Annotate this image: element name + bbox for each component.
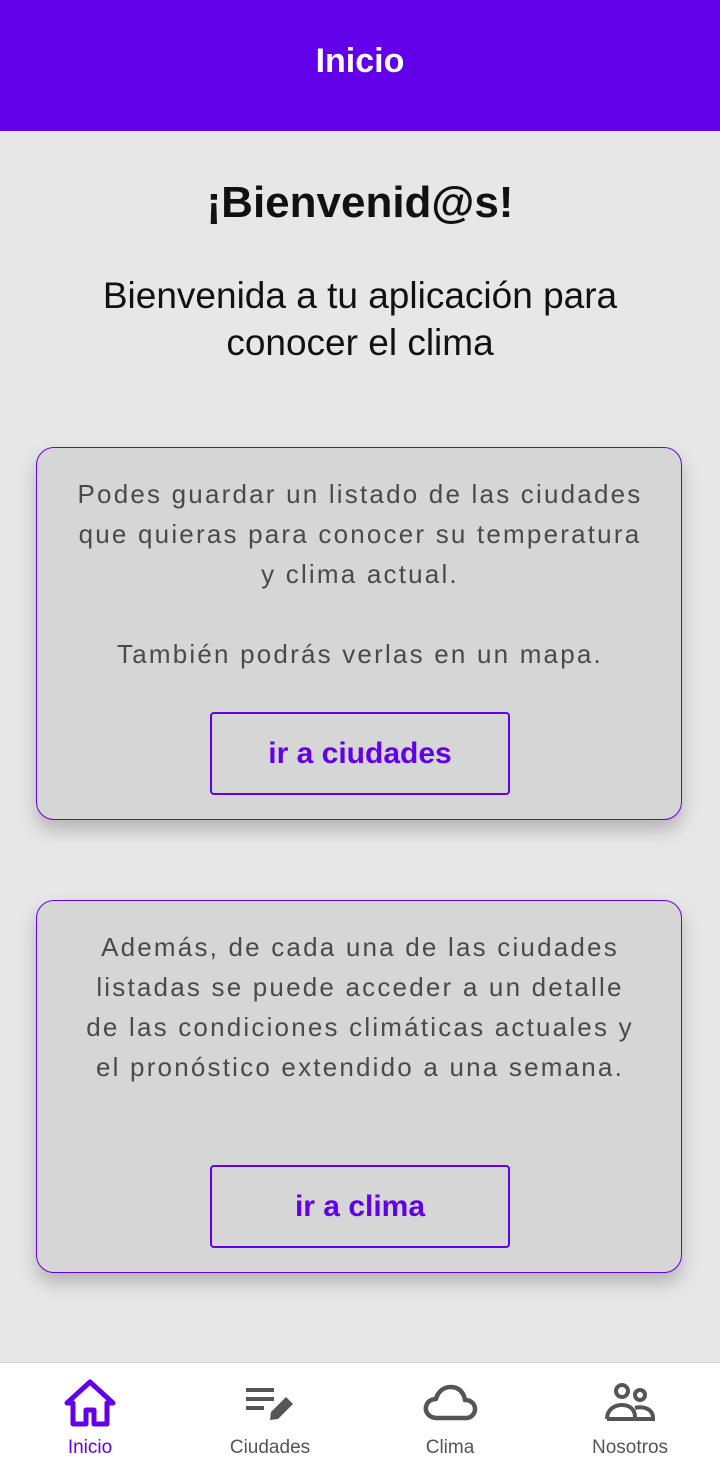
nav-item-nosotros[interactable]: Nosotros [540, 1363, 720, 1480]
home-icon [64, 1379, 116, 1427]
nav-item-ciudades[interactable]: Ciudades [180, 1363, 360, 1480]
weather-card: Además, de cada una de las ciudades list… [36, 900, 682, 1273]
nav-label-ciudades: Ciudades [229, 1437, 311, 1458]
bottom-navigation: Inicio Ciudades Clima Nosotros [0, 1362, 720, 1480]
welcome-title: ¡Bienvenid@s! [206, 178, 514, 227]
app-bar-title: Inicio [315, 42, 405, 80]
cloud-icon [423, 1384, 478, 1421]
app-bar: Inicio [0, 0, 720, 131]
nav-item-clima[interactable]: Clima [360, 1363, 540, 1480]
go-to-weather-button[interactable]: ir a clima [210, 1165, 510, 1248]
go-to-cities-button[interactable]: ir a ciudades [210, 712, 510, 795]
edit-list-icon [246, 1388, 293, 1420]
people-icon [605, 1383, 655, 1421]
nav-item-inicio[interactable]: Inicio [0, 1363, 180, 1480]
weather-card-text: Además, de cada una de las ciudades list… [86, 932, 634, 1082]
cities-card: Podes guardar un listado de las ciudades… [36, 447, 682, 820]
nav-label-nosotros: Nosotros [591, 1437, 669, 1458]
cities-card-text: Podes guardar un listado de las ciudades… [77, 479, 643, 669]
welcome-subtitle: Bienvenida a tu aplicación para conocer … [102, 275, 618, 363]
nav-label-inicio: Inicio [67, 1437, 113, 1458]
nav-label-clima: Clima [425, 1437, 475, 1458]
